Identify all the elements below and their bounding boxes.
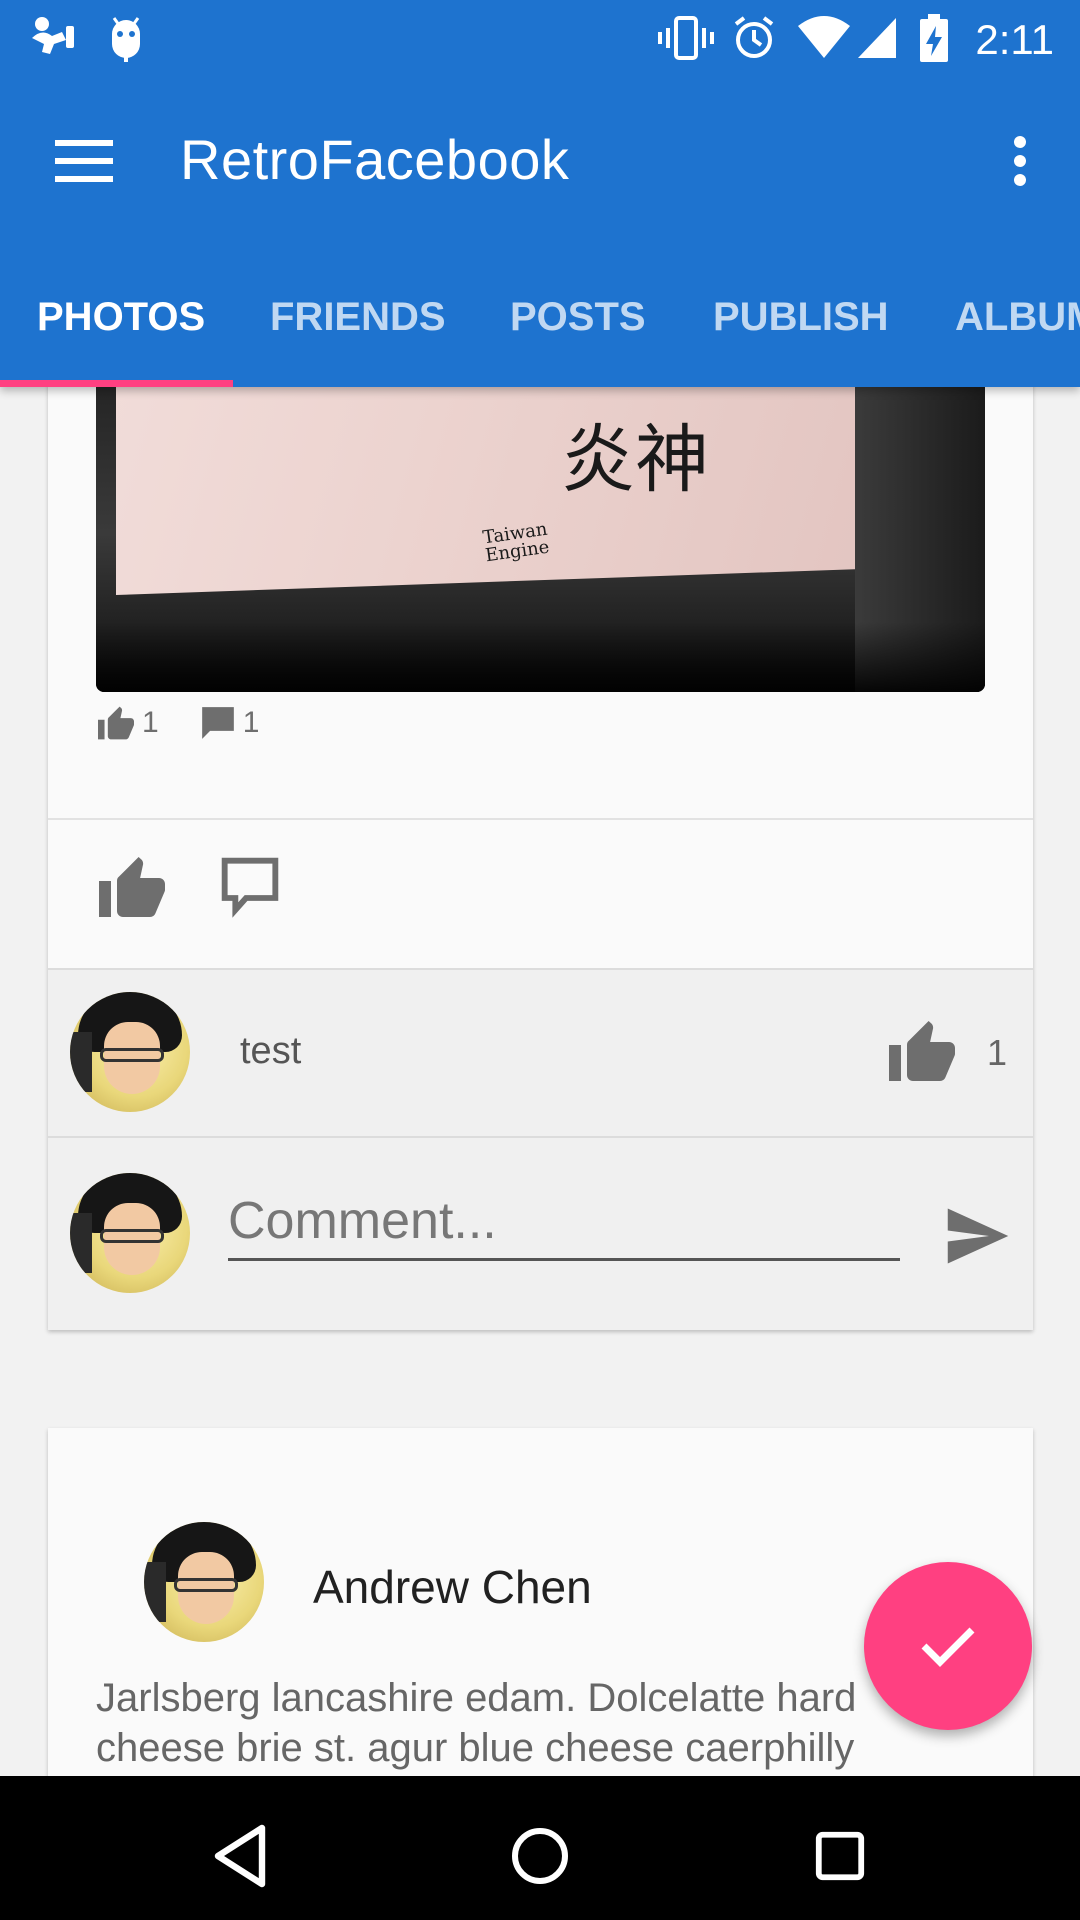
overflow-menu-button[interactable]: [988, 119, 1052, 203]
comment-button[interactable]: [218, 854, 298, 934]
author-avatar[interactable]: [144, 1522, 264, 1642]
thumb-up-small-icon: [98, 706, 134, 740]
android-debug-icon: [106, 14, 146, 67]
comment-item: test 1: [48, 968, 1033, 1138]
tab-photos[interactable]: PHOTOS: [37, 295, 205, 340]
wifi-icon: [796, 14, 852, 65]
post-actions: [48, 820, 1033, 966]
vibrate-icon: [656, 14, 716, 67]
like-stat: 1: [96, 705, 159, 741]
battery-charging-icon: [918, 14, 950, 69]
tab-indicator: [0, 380, 233, 387]
status-bar: 2:11: [0, 0, 1080, 75]
tab-posts[interactable]: POSTS: [510, 295, 646, 340]
recents-square-icon: [815, 1831, 865, 1881]
comment-text: test: [240, 1030, 302, 1072]
fab-check-button[interactable]: [864, 1562, 1032, 1730]
author-name[interactable]: Andrew Chen: [313, 1560, 592, 1614]
comment-compose: [48, 1138, 1033, 1330]
hamburger-menu-icon: [55, 140, 113, 182]
comment-small-icon: [201, 707, 234, 739]
notification-icon: [28, 14, 80, 63]
menu-button[interactable]: [40, 125, 128, 197]
thumb-up-icon: [889, 1021, 955, 1081]
like-button[interactable]: [96, 854, 176, 934]
thumb-up-icon: [99, 857, 165, 917]
photo-shadow: [96, 622, 985, 692]
avatar[interactable]: [70, 992, 190, 1112]
alarm-icon: [730, 14, 778, 67]
home-button[interactable]: [500, 1816, 580, 1896]
comment-outline-icon: [221, 857, 279, 918]
clock: 2:11: [975, 16, 1054, 63]
tab-bar: PHOTOS FRIENDS POSTS PUBLISH ALBUMS: [0, 245, 1080, 387]
photo-post-card: 炎神 Taiwan Engine 1 1 test 1: [48, 340, 1033, 1330]
tab-albums[interactable]: ALBUMS: [955, 295, 1080, 340]
more-vert-icon: [1014, 136, 1026, 186]
top-bar: 2:11 RetroFacebook PHOTOS FRIENDS POSTS …: [0, 0, 1080, 387]
post-stats: 1 1: [96, 698, 299, 748]
photo-calligraphy: 炎神: [561, 417, 709, 503]
comment-count: 1: [242, 706, 260, 739]
comment-input[interactable]: [228, 1183, 900, 1261]
send-button[interactable]: [936, 1194, 1020, 1278]
recents-button[interactable]: [800, 1816, 880, 1896]
post-photo[interactable]: 炎神 Taiwan Engine: [96, 340, 985, 692]
home-circle-icon: [512, 1828, 568, 1884]
photo-caption: Taiwan Engine: [481, 518, 551, 567]
app-title: RetroFacebook: [180, 128, 570, 191]
cell-signal-icon: [856, 14, 898, 65]
send-icon: [947, 1208, 1009, 1264]
like-count: 1: [142, 706, 159, 739]
comment-like-button[interactable]: [886, 1018, 960, 1088]
check-icon: [921, 1627, 975, 1667]
tab-friends[interactable]: FRIENDS: [270, 295, 446, 340]
comment-stat: 1: [199, 704, 260, 742]
post-body: Jarlsberg lancashire edam. Dolcelatte ha…: [96, 1676, 857, 1770]
navigation-bar: [0, 1776, 1080, 1920]
back-button[interactable]: [200, 1816, 280, 1896]
back-triangle-icon: [214, 1824, 266, 1888]
tab-publish[interactable]: PUBLISH: [713, 295, 889, 340]
avatar: [70, 1173, 190, 1293]
app-bar: RetroFacebook: [0, 75, 1080, 245]
comment-like-count: 1: [986, 1032, 1007, 1073]
